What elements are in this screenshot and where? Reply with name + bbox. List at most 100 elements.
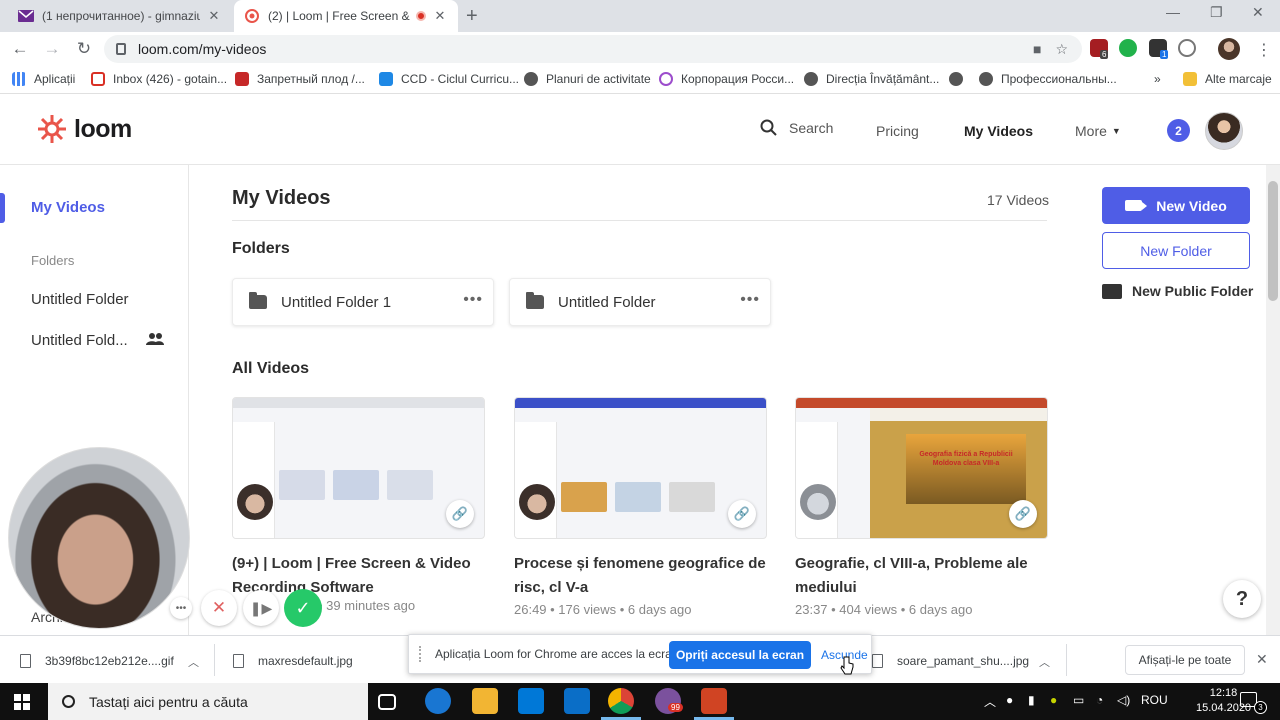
stop-sharing-button[interactable]: Opriți accesul la ecran: [669, 641, 811, 669]
taskbar-search[interactable]: Tastați aici pentru a căuta: [48, 683, 368, 720]
video-title[interactable]: Procese și fenomene geografice de risc, …: [514, 552, 767, 600]
volume-icon[interactable]: ◁): [1117, 693, 1130, 707]
video-thumbnail[interactable]: 🔗: [232, 397, 485, 539]
more-options-icon[interactable]: •••: [463, 291, 483, 309]
drag-handle-icon[interactable]: [419, 646, 423, 662]
microphone-icon: ●: [1006, 693, 1014, 707]
profile-avatar[interactable]: [1218, 38, 1240, 60]
loom-extension-icon[interactable]: [1178, 39, 1196, 57]
camera-permission-icon[interactable]: ■: [1033, 41, 1041, 58]
copy-link-icon[interactable]: 🔗: [728, 500, 756, 528]
tab-gmail[interactable]: (1 непрочитанное) - gimnaziul ✕: [8, 0, 232, 32]
file-explorer-icon[interactable]: [472, 688, 498, 714]
check-extension-icon[interactable]: [1119, 39, 1137, 57]
globe-icon: [949, 72, 963, 86]
show-all-downloads-button[interactable]: Afișați-le pe toate: [1125, 645, 1245, 675]
video-card[interactable]: Geografia fizică a Republicii Moldova cl…: [795, 397, 1048, 617]
video-thumbnail[interactable]: 🔗: [514, 397, 767, 539]
camera-bubble[interactable]: [8, 447, 190, 629]
bookmark-apps[interactable]: Aplicații: [12, 72, 75, 86]
task-view-icon[interactable]: [378, 694, 396, 710]
user-avatar[interactable]: [1205, 112, 1243, 150]
bookmark-gmail[interactable]: Inbox (426) - gotain...: [91, 72, 227, 86]
more-bookmarks-button[interactable]: »: [1154, 72, 1161, 86]
file-icon: [233, 654, 244, 668]
mail-icon[interactable]: [564, 688, 590, 714]
minimize-icon[interactable]: —: [1166, 4, 1180, 20]
bookmark-star-icon[interactable]: ☆: [1055, 41, 1068, 58]
download-item[interactable]: maxresdefault.jpg: [233, 654, 353, 668]
new-folder-button[interactable]: New Folder: [1102, 232, 1250, 269]
finish-recording-icon[interactable]: ✓: [284, 589, 322, 627]
copy-link-icon[interactable]: 🔗: [1009, 500, 1037, 528]
wifi-icon[interactable]: ◔: [1096, 693, 1103, 707]
bookmark-ccd[interactable]: CCD - Ciclul Curricu...: [379, 72, 519, 86]
tray-app-icon[interactable]: ●: [1050, 693, 1057, 707]
cancel-recording-icon[interactable]: ✕: [201, 590, 237, 626]
site-icon: [659, 72, 673, 86]
copy-link-icon[interactable]: 🔗: [446, 500, 474, 528]
folder-card[interactable]: Untitled Folder •••: [509, 278, 771, 326]
tray-expand-icon[interactable]: ︿: [984, 693, 996, 710]
browser-tab-strip: (1 непрочитанное) - gimnaziul ✕ (2) | Lo…: [0, 0, 1280, 32]
nav-my-videos[interactable]: My Videos: [964, 123, 1033, 139]
bookmarks-bar: Aplicații Inbox (426) - gotain... Запрет…: [0, 66, 1280, 94]
apps-grid-icon: [12, 72, 26, 86]
screen-share-notification: Aplicația Loom for Chrome are acces la e…: [408, 634, 872, 674]
bookmark-planuri[interactable]: Planuri de activitate: [524, 72, 651, 86]
other-bookmarks-folder[interactable]: Alte marcaje: [1183, 72, 1272, 86]
video-thumbnail[interactable]: Geografia fizică a Republicii Moldova cl…: [795, 397, 1048, 539]
download-item[interactable]: soare_pamant_shu....jpg: [872, 654, 1029, 668]
folder-card[interactable]: Untitled Folder 1 •••: [232, 278, 494, 326]
restore-icon[interactable]: ❐: [1210, 4, 1223, 21]
active-indicator: [0, 193, 5, 223]
nav-more[interactable]: More ▼: [1075, 123, 1121, 139]
help-button[interactable]: ?: [1223, 580, 1261, 618]
bookmark-professional[interactable]: Профессиональны...: [979, 72, 1117, 86]
sidebar-item-folder[interactable]: Untitled Folder: [31, 291, 129, 308]
tab-close-icon[interactable]: ✕: [432, 8, 448, 24]
back-icon[interactable]: ←: [8, 39, 32, 59]
more-options-icon[interactable]: •••: [740, 291, 760, 309]
scrollbar-thumb[interactable]: [1268, 181, 1278, 301]
download-item[interactable]: 3b39f8bc12eb212e....gif: [20, 654, 174, 668]
forward-icon[interactable]: →: [40, 39, 64, 59]
lock-icon: [116, 43, 126, 55]
windows-start-icon[interactable]: [14, 694, 30, 710]
address-bar[interactable]: loom.com/my-videos ■ ☆: [104, 35, 1082, 63]
chrome-icon[interactable]: [608, 688, 634, 714]
downloads-close-icon[interactable]: ✕: [1256, 651, 1268, 668]
tab-close-icon[interactable]: ✕: [206, 8, 222, 24]
notification-badge[interactable]: 2: [1167, 119, 1190, 142]
edge-icon[interactable]: [425, 688, 451, 714]
site-icon: [235, 72, 249, 86]
window-close-icon[interactable]: ✕: [1252, 4, 1264, 21]
tab-loom[interactable]: (2) | Loom | Free Screen & Vi ✕: [234, 0, 458, 32]
powerpoint-icon[interactable]: [701, 688, 727, 714]
new-tab-button[interactable]: +: [466, 5, 478, 28]
new-public-folder-button[interactable]: New Public Folder: [1102, 283, 1253, 299]
search-icon: [62, 695, 75, 708]
bookmark-corporation[interactable]: Корпорация Росси...: [659, 72, 794, 86]
nav-search[interactable]: Search: [760, 119, 833, 137]
menu-kebab-icon[interactable]: ⋮: [1256, 40, 1272, 60]
nav-pricing[interactable]: Pricing: [876, 123, 919, 139]
pause-recording-icon[interactable]: ❚▶: [243, 590, 279, 626]
recording-options-icon[interactable]: •••: [170, 597, 192, 619]
bookmark-directia[interactable]: Direcția Învățământ...: [804, 72, 939, 86]
loom-logo[interactable]: loom: [36, 113, 132, 145]
sidebar-item-my-videos[interactable]: My Videos: [31, 199, 105, 216]
store-icon[interactable]: [518, 688, 544, 714]
reload-icon[interactable]: ↻: [72, 39, 96, 59]
input-language[interactable]: ROU: [1141, 693, 1168, 707]
video-card[interactable]: 🔗 Procese și fenomene geografice de risc…: [514, 397, 767, 617]
new-video-button[interactable]: New Video: [1102, 187, 1250, 224]
sidebar-item-shared-folder[interactable]: Untitled Fold...: [31, 332, 128, 349]
gmail-icon: [18, 8, 34, 24]
video-title[interactable]: Geografie, cl VIII-a, Probleme ale mediu…: [795, 552, 1048, 600]
bookmark-globe[interactable]: [949, 72, 971, 86]
bookmark-site[interactable]: Запретный плод /...: [235, 72, 365, 86]
chevron-up-icon[interactable]: ︿: [188, 654, 199, 670]
chevron-up-icon[interactable]: ︿: [1039, 654, 1050, 670]
video-card[interactable]: 🔗 (9+) | Loom | Free Screen & Video Reco…: [232, 397, 485, 613]
